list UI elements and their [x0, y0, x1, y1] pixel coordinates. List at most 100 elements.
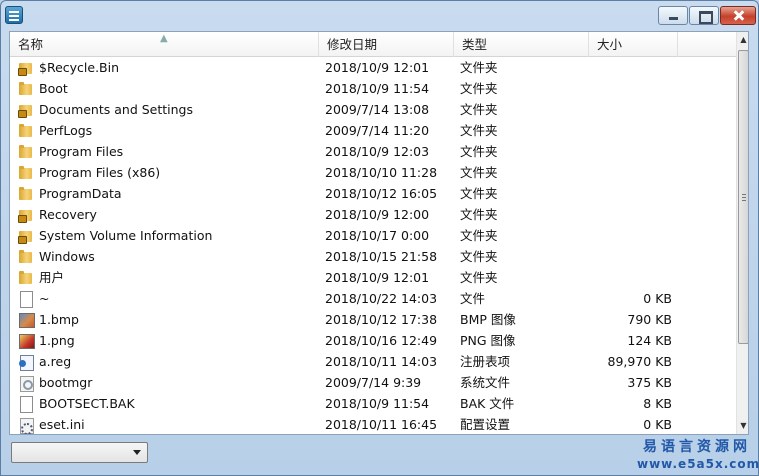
title-bar[interactable]	[1, 1, 758, 31]
file-type: 注册表项	[460, 354, 511, 369]
file-type: PNG 图像	[460, 333, 516, 348]
file-row[interactable]: 用户 2018/10/9 12:01 文件夹	[10, 267, 736, 288]
file-name: ~	[39, 291, 50, 306]
reg-icon	[18, 354, 34, 371]
file-name-cell: bootmgr	[18, 372, 314, 393]
file-row[interactable]: ~2018/10/22 14:03 文件 0 KB	[10, 288, 736, 309]
close-button[interactable]	[720, 6, 756, 25]
file-size	[590, 246, 672, 267]
file-type: 文件夹	[460, 60, 498, 75]
file-name: eset.ini	[39, 417, 85, 432]
file-size: 790 KB	[627, 312, 672, 327]
file-size	[590, 99, 672, 120]
file-size: 89,970 KB	[607, 354, 672, 369]
sys-icon	[18, 375, 34, 392]
file-type: 文件夹	[460, 249, 498, 264]
png-icon	[18, 333, 35, 349]
file-icon	[18, 290, 34, 308]
chevron-down-icon[interactable]	[133, 450, 141, 455]
file-name-cell: 1.bmp	[18, 309, 314, 330]
file-date: 2018/10/11 14:03	[325, 354, 438, 369]
maximize-button[interactable]	[689, 6, 719, 25]
column-header-type[interactable]: 类型	[454, 32, 589, 57]
scroll-up-button[interactable]: ▲	[737, 32, 748, 48]
file-name: Recovery	[39, 207, 97, 222]
file-size: 0 KB	[643, 417, 672, 432]
file-size	[590, 141, 672, 162]
file-name: Program Files (x86)	[39, 165, 161, 180]
column-header: ▲ 名称 修改日期 类型 大小	[10, 32, 736, 57]
file-row[interactable]: 1.png 2018/10/16 12:49 PNG 图像 124 KB	[10, 330, 736, 351]
file-name-cell: Windows	[18, 246, 314, 267]
file-date: 2018/10/12 17:38	[325, 312, 438, 327]
file-name: a.reg	[39, 354, 72, 369]
vertical-scrollbar[interactable]: ▲ ▼	[736, 32, 748, 434]
file-row[interactable]: Program Files (x86) 2018/10/10 11:28 文件夹	[10, 162, 736, 183]
file-row[interactable]: 1.bmp 2018/10/12 17:38 BMP 图像 790 KB	[10, 309, 736, 330]
column-header-name[interactable]: ▲ 名称	[10, 32, 319, 57]
file-size	[590, 267, 672, 288]
file-rows: $Recycle.Bin 2018/10/9 12:01 文件夹 Boot 2018/1…	[10, 57, 736, 434]
file-type: 文件夹	[460, 123, 498, 138]
file-size	[590, 162, 672, 183]
file-row[interactable]: Boot 2018/10/9 11:54 文件夹	[10, 78, 736, 99]
file-row[interactable]: System Volume Information 2018/10/17 0:00…	[10, 225, 736, 246]
file-date: 2018/10/9 11:54	[325, 81, 430, 96]
file-row[interactable]: PerfLogs 2009/7/14 11:20 文件夹	[10, 120, 736, 141]
file-date: 2018/10/9 11:54	[325, 396, 430, 411]
file-name: PerfLogs	[39, 123, 93, 138]
grip-icon	[742, 194, 746, 201]
locked-folder-icon	[18, 60, 34, 76]
minimize-button[interactable]	[658, 6, 688, 25]
folder-icon	[18, 249, 34, 265]
file-row[interactable]: Program Files 2018/10/9 12:03 文件夹	[10, 141, 736, 162]
file-name-cell: a.reg	[18, 351, 314, 372]
file-name: BOOTSECT.BAK	[39, 396, 135, 411]
file-date: 2018/10/15 21:58	[325, 249, 438, 264]
file-type: 文件夹	[460, 228, 498, 243]
file-size	[590, 225, 672, 246]
file-name-cell: BOOTSECT.BAK	[18, 393, 314, 414]
file-type: 文件夹	[460, 102, 498, 117]
file-type: 文件夹	[460, 207, 498, 222]
file-name-cell: Boot	[18, 78, 314, 99]
file-row[interactable]: ProgramData 2018/10/12 16:05 文件夹	[10, 183, 736, 204]
file-size: 8 KB	[643, 396, 672, 411]
file-row[interactable]: BOOTSECT.BAK 2018/10/9 11:54 BAK 文件 8 KB	[10, 393, 736, 414]
file-row[interactable]: Recovery 2018/10/9 12:00 文件夹	[10, 204, 736, 225]
file-row[interactable]: $Recycle.Bin 2018/10/9 12:01 文件夹	[10, 57, 736, 78]
file-row[interactable]: bootmgr 2009/7/14 9:39 系统文件 375 KB	[10, 372, 736, 393]
file-type: 文件夹	[460, 144, 498, 159]
file-row[interactable]: a.reg 2018/10/11 14:03 注册表项 89,970 KB	[10, 351, 736, 372]
file-name: Boot	[39, 81, 68, 96]
file-row[interactable]: Windows 2018/10/15 21:58 文件夹	[10, 246, 736, 267]
file-type: 系统文件	[460, 375, 511, 390]
filter-dropdown[interactable]	[11, 442, 148, 463]
scrollbar-thumb[interactable]	[738, 50, 748, 344]
column-header-date[interactable]: 修改日期	[319, 32, 454, 57]
window: ▲ 名称 修改日期 类型 大小 $Recycle.Bin 2018/10/9 12…	[0, 0, 759, 476]
locked-folder-icon	[18, 228, 34, 244]
file-name-cell: System Volume Information	[18, 225, 314, 246]
file-icon	[18, 395, 34, 413]
file-row[interactable]: eset.ini 2018/10/11 16:45 配置设置 0 KB	[10, 414, 736, 434]
file-name: System Volume Information	[39, 228, 213, 243]
file-date: 2018/10/16 12:49	[325, 333, 438, 348]
file-name: Program Files	[39, 144, 124, 159]
file-row[interactable]: Documents and Settings 2009/7/14 13:08 文件夹	[10, 99, 736, 120]
folder-icon	[18, 165, 34, 181]
file-name-cell: ~	[18, 288, 314, 309]
file-name: Documents and Settings	[39, 102, 194, 117]
file-size	[590, 183, 672, 204]
column-header-size[interactable]: 大小	[589, 32, 678, 57]
file-name: 1.bmp	[39, 312, 79, 327]
file-type: BAK 文件	[460, 396, 515, 411]
file-date: 2018/10/9 12:03	[325, 144, 430, 159]
file-type: 文件夹	[460, 81, 498, 96]
scroll-down-button[interactable]: ▼	[737, 418, 748, 434]
file-size	[590, 78, 672, 99]
file-date: 2009/7/14 13:08	[325, 102, 430, 117]
file-type: 文件夹	[460, 186, 498, 201]
locked-folder-icon	[18, 207, 34, 223]
file-name-cell: PerfLogs	[18, 120, 314, 141]
